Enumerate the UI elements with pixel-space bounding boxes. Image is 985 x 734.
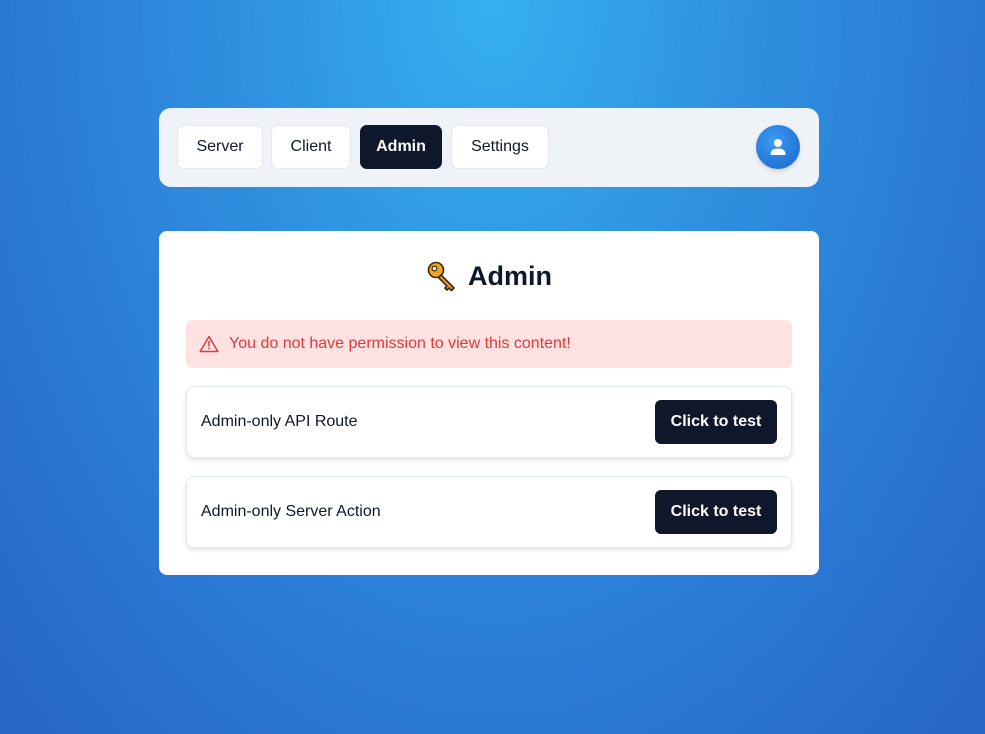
test-row-server-action: Admin-only Server Action Click to test <box>186 476 792 548</box>
nav-label: Server <box>196 138 244 155</box>
user-avatar-button[interactable] <box>756 125 800 169</box>
alert-text: You do not have permission to view this … <box>229 335 571 352</box>
nav-label: Settings <box>471 138 529 155</box>
test-row-api-route: Admin-only API Route Click to test <box>186 386 792 458</box>
permission-alert: You do not have permission to view this … <box>186 320 792 368</box>
nav-label: Admin <box>376 138 426 155</box>
test-api-route-button[interactable]: Click to test <box>655 400 777 444</box>
button-label: Click to test <box>670 503 762 520</box>
row-label: Admin-only API Route <box>201 413 358 430</box>
warning-icon <box>199 335 219 353</box>
nav-button-client[interactable]: Client <box>271 125 351 169</box>
key-icon <box>427 261 455 292</box>
admin-card: Admin You do not have permission to view… <box>159 231 819 575</box>
nav-button-settings[interactable]: Settings <box>451 125 549 169</box>
row-label: Admin-only Server Action <box>201 503 381 520</box>
nav-button-server[interactable]: Server <box>177 125 263 169</box>
test-server-action-button[interactable]: Click to test <box>655 490 777 534</box>
page-title: Admin <box>159 257 819 295</box>
button-label: Click to test <box>670 413 762 430</box>
nav-label: Client <box>290 138 332 155</box>
page-title-text: Admin <box>468 260 552 291</box>
nav-button-admin[interactable]: Admin <box>360 125 442 169</box>
user-icon <box>770 139 786 155</box>
navbar: Server Client Admin Settings <box>159 108 819 187</box>
